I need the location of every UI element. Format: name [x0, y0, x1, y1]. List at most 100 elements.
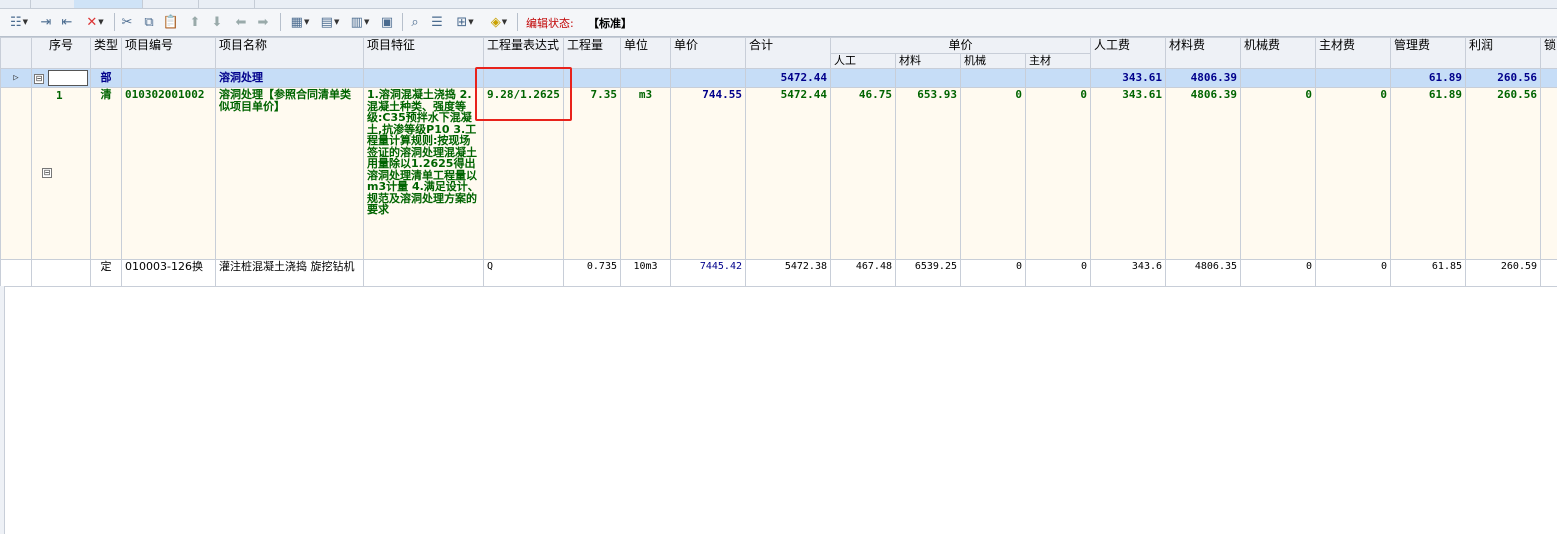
cell-machine[interactable]: 0 — [960, 87, 1026, 260]
layout-icon[interactable]: ☰ — [428, 12, 446, 32]
cell-qty[interactable]: 7.35 — [563, 87, 621, 260]
cell-lock[interactable] — [1540, 87, 1557, 260]
cell-machine-fee[interactable] — [1240, 68, 1317, 88]
move-up-icon[interactable]: ⬆ — [186, 12, 204, 32]
col-material-fee[interactable]: 材料费 — [1165, 37, 1242, 69]
col-main-material[interactable]: 主材 — [1024, 53, 1092, 69]
col-total[interactable]: 合计 — [745, 37, 831, 69]
cell-lock[interactable] — [1540, 259, 1557, 287]
col-machine[interactable]: 机械 — [960, 53, 1026, 69]
col-feature[interactable]: 项目特征 — [363, 37, 484, 69]
col-lock[interactable]: 锁 — [1540, 37, 1557, 69]
cell-material-fee[interactable]: 4806.39 — [1165, 68, 1242, 88]
fold-cell[interactable]: ⊟ — [31, 68, 91, 88]
cell-unit[interactable]: m3 — [620, 87, 671, 260]
col-seq[interactable]: 序号 — [31, 37, 91, 69]
cell-profit[interactable]: 260.59 — [1465, 259, 1542, 287]
cell-name[interactable]: 溶洞处理 — [215, 68, 364, 88]
insert-icon[interactable]: ☷ ▼ — [4, 12, 34, 32]
tab-2[interactable] — [30, 0, 75, 8]
collapse-icon[interactable]: ⊟ — [42, 168, 52, 178]
cell-price[interactable]: 7445.42 — [670, 259, 746, 287]
cell-main-material[interactable]: 0 — [1024, 259, 1092, 287]
col-expr[interactable]: 工程量表达式 — [483, 37, 564, 69]
paste-icon[interactable]: 📋 — [162, 12, 180, 32]
table-row-bu[interactable]: ▷ ⊟ 部 溶洞处理 5472.44 343.61 4806.39 61.89 … — [0, 68, 1557, 88]
col-profit[interactable]: 利润 — [1465, 37, 1542, 69]
cell-qty[interactable]: 0.735 — [563, 259, 621, 287]
cell-machine-fee[interactable]: 0 — [1240, 87, 1317, 260]
cell-unit[interactable] — [620, 68, 671, 88]
fold-cell[interactable] — [31, 259, 91, 287]
col-qty[interactable]: 工程量 — [563, 37, 621, 69]
cell-labor-fee[interactable]: 343.61 — [1090, 87, 1167, 260]
cell-lock[interactable] — [1540, 68, 1557, 88]
cell-name[interactable]: 灌注桩混凝土浇捣 旋挖钻机 — [215, 259, 364, 287]
cell-type[interactable]: 清 — [90, 87, 122, 260]
tab-4[interactable] — [142, 0, 199, 8]
cell-main-material[interactable]: 0 — [1024, 87, 1092, 260]
cell-type[interactable]: 部 — [90, 68, 122, 88]
cell-qty[interactable] — [563, 68, 621, 88]
fix-icon[interactable]: ▥ ▼ — [346, 12, 374, 32]
quota-icon[interactable]: ▦ ▼ — [286, 12, 314, 32]
image-icon[interactable]: ▣ — [378, 12, 396, 32]
cell-labor-fee[interactable]: 343.61 — [1090, 68, 1167, 88]
cell-feature[interactable] — [363, 68, 484, 88]
cell-material[interactable]: 653.93 — [895, 87, 961, 260]
cell-name[interactable]: 溶洞处理【参照合同清单类似项目单价】 — [215, 87, 364, 260]
col-price[interactable]: 单价 — [670, 37, 746, 69]
cell-main-material-fee[interactable] — [1315, 68, 1392, 88]
fold-cell[interactable]: ⊟ 1 — [31, 87, 91, 260]
cell-expr[interactable]: 9.28/1.2625 — [483, 87, 564, 260]
fill-color-icon[interactable]: ◈ ▼ — [484, 12, 514, 32]
col-code[interactable]: 项目编号 — [121, 37, 216, 69]
copy-icon[interactable]: ⧉ — [140, 12, 158, 32]
cell-main-material[interactable] — [1024, 68, 1092, 88]
cell-total[interactable]: 5472.44 — [745, 87, 831, 260]
move-down-icon[interactable]: ⬇ — [208, 12, 226, 32]
cell-unit[interactable]: 10m3 — [620, 259, 671, 287]
cell-material[interactable]: 6539.25 — [895, 259, 961, 287]
col-machine-fee[interactable]: 机械费 — [1240, 37, 1317, 69]
move-right-icon[interactable]: ➡ — [254, 12, 272, 32]
cell-type[interactable]: 定 — [90, 259, 122, 287]
cell-main-material-fee[interactable]: 0 — [1315, 87, 1392, 260]
cell-mgmt-fee[interactable]: 61.89 — [1390, 87, 1467, 260]
cell-labor-fee[interactable]: 343.6 — [1090, 259, 1167, 287]
cell-mgmt-fee[interactable]: 61.85 — [1390, 259, 1467, 287]
tree-icon[interactable]: ⊞ ▼ — [450, 12, 480, 32]
clear-icon[interactable]: ▤ ▼ — [316, 12, 344, 32]
cell-code[interactable] — [121, 68, 216, 88]
cell-feature[interactable] — [363, 259, 484, 287]
cell-expr[interactable] — [483, 68, 564, 88]
cell-machine[interactable]: 0 — [960, 259, 1026, 287]
delete-icon[interactable]: ✕ ▼ — [80, 12, 110, 32]
cell-price[interactable] — [670, 68, 746, 88]
cell-feature[interactable]: 1.溶洞混凝土浇捣 2.混凝土种类、强度等级:C35预拌水下混凝土,抗渗等级P1… — [363, 87, 484, 260]
cell-mgmt-fee[interactable]: 61.89 — [1390, 68, 1467, 88]
indent-icon[interactable]: ⇥ — [37, 12, 55, 32]
cell-profit[interactable]: 260.56 — [1465, 68, 1542, 88]
table-row-ding[interactable]: 定 010003-126换 灌注桩混凝土浇捣 旋挖钻机 Q 0.735 10m3… — [0, 259, 1557, 287]
cut-icon[interactable]: ✂ — [118, 12, 136, 32]
outdent-icon[interactable]: ⇤ — [58, 12, 76, 32]
cell-expr[interactable]: Q — [483, 259, 564, 287]
cell-main-material-fee[interactable]: 0 — [1315, 259, 1392, 287]
col-labor-fee[interactable]: 人工费 — [1090, 37, 1167, 69]
tab-active[interactable] — [74, 0, 143, 8]
cell-total[interactable]: 5472.38 — [745, 259, 831, 287]
cell-material-fee[interactable]: 4806.39 — [1165, 87, 1242, 260]
cell-labor[interactable]: 467.48 — [830, 259, 896, 287]
cell-material[interactable] — [895, 68, 961, 88]
move-left-icon[interactable]: ⬅ — [232, 12, 250, 32]
col-material[interactable]: 材料 — [895, 53, 961, 69]
tab-5[interactable] — [198, 0, 255, 8]
cell-labor[interactable]: 46.75 — [830, 87, 896, 260]
seq-input[interactable] — [48, 70, 88, 86]
col-unit[interactable]: 单位 — [620, 37, 671, 69]
collapse-icon[interactable]: ⊟ — [34, 74, 44, 84]
cell-machine[interactable] — [960, 68, 1026, 88]
cell-material-fee[interactable]: 4806.35 — [1165, 259, 1242, 287]
col-mgmt-fee[interactable]: 管理费 — [1390, 37, 1467, 69]
